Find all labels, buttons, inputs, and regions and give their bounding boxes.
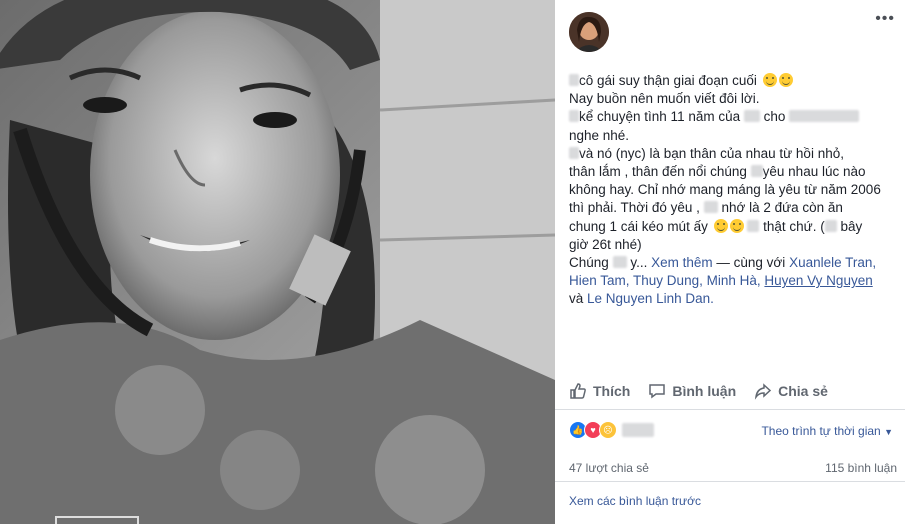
laugh-emoji-icon — [729, 218, 744, 233]
smile-emoji-icon — [778, 73, 793, 87]
reaction-count-blurred — [622, 423, 654, 437]
laugh-emoji-icon — [713, 218, 728, 233]
post-line: thì phải. Thời đó yêu , nhớ là 2 đứa còn… — [569, 200, 843, 216]
action-bar: Thích Bình luận Chia sẻ — [569, 380, 894, 402]
post-line: và Le Nguyen Linh Dan. — [569, 291, 714, 307]
comment-icon — [649, 384, 666, 399]
like-button[interactable]: Thích — [569, 380, 630, 402]
tag-link[interactable]: Minh Hà, — [707, 273, 761, 288]
like-label: Thích — [593, 383, 631, 399]
post-line: chung 1 cái kéo mút ấy thật chứ. ( bây — [569, 218, 863, 234]
post-line: Hien Tam, Thuy Dung, Minh Hà, Huyen Vy N… — [569, 272, 894, 290]
post-panel: ••• cô gái suy thận giai đoạn cuối Nay b… — [555, 0, 905, 524]
comment-label: Bình luận — [672, 383, 737, 399]
divider — [555, 409, 905, 410]
divider — [555, 481, 905, 482]
post-photo[interactable] — [0, 0, 555, 524]
sort-label: Theo trình tự thời gian — [761, 424, 881, 438]
tag-link[interactable]: Le Nguyen Linh Dan. — [587, 291, 714, 306]
post-line: Chúng y... Xem thêm — cùng với Xuanlele … — [569, 255, 877, 271]
post-line: không hay. Chỉ nhớ mang máng là yêu từ n… — [569, 182, 881, 198]
post-line: thân lắm , thân đến nổi chúng yêu nhau l… — [569, 164, 866, 180]
reactions-summary[interactable]: 👍 ♥ ☹ — [569, 421, 654, 439]
post-line: kể chuyện tình 11 năm của cho — [569, 108, 894, 126]
share-label: Chia sẻ — [778, 383, 828, 399]
more-options-icon[interactable]: ••• — [875, 11, 895, 27]
post-line: giờ 26t nhé) — [569, 236, 642, 252]
post-text: cô gái suy thận giai đoạn cuối Nay buồn … — [569, 72, 894, 309]
sad-reaction-icon: ☹ — [599, 421, 617, 439]
photo-caption-box — [55, 516, 139, 524]
see-more-link[interactable]: Xem thêm — [651, 255, 713, 270]
tag-link[interactable]: Thuy Dung, — [633, 273, 703, 288]
author-avatar[interactable] — [569, 12, 609, 52]
smile-emoji-icon — [762, 73, 777, 87]
post-line: Nay buồn nên muốn viết đôi lời. — [569, 91, 760, 107]
post-line: và nó (nyc) là bạn thân của nhau từ hồi … — [569, 145, 894, 163]
shares-count[interactable]: 47 lượt chia sẻ — [569, 461, 649, 475]
view-previous-comments-link[interactable]: Xem các bình luận trước — [569, 494, 701, 508]
comment-button[interactable]: Bình luận — [648, 380, 736, 402]
caret-down-icon: ▼ — [884, 427, 893, 437]
share-button[interactable]: Chia sẻ — [754, 380, 828, 402]
tag-link[interactable]: Huyen Vy Nguyen — [764, 273, 872, 288]
post-line: nghe nhé. — [569, 127, 630, 143]
tag-link[interactable]: Xuanlele Tran, — [789, 255, 876, 270]
sort-dropdown[interactable]: Theo trình tự thời gian ▼ — [761, 424, 893, 438]
share-arrow-icon — [755, 383, 772, 400]
post-line: cô gái suy thận giai đoạn cuối — [569, 72, 894, 90]
thumbs-up-icon — [570, 383, 586, 399]
tag-link[interactable]: Hien Tam, — [569, 273, 630, 288]
comments-count[interactable]: 115 bình luận — [825, 461, 897, 475]
